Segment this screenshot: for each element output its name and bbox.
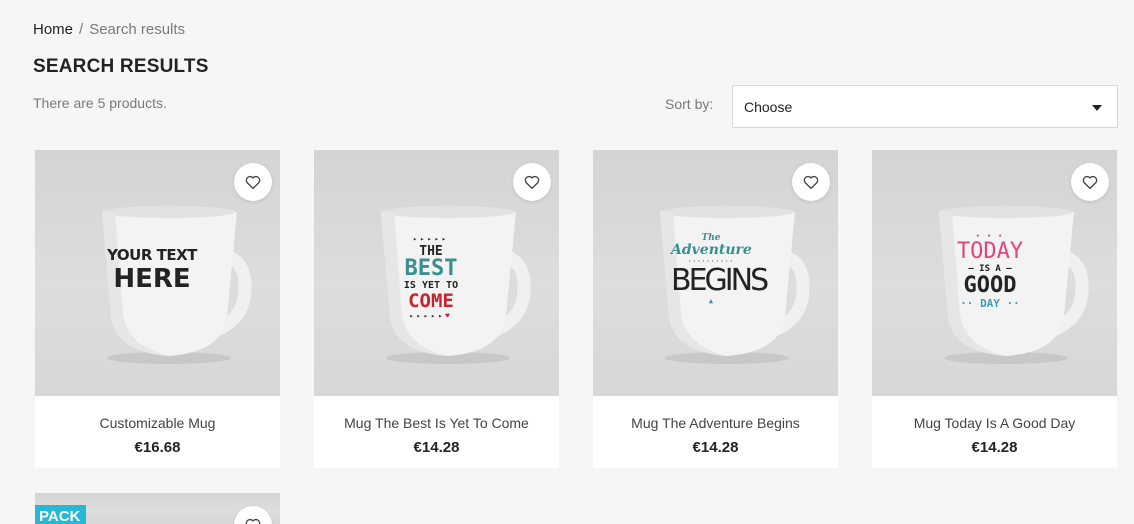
mug-line: BEGINS: [671, 263, 769, 298]
mug-line: HERE: [113, 264, 191, 294]
mug-line: COME: [408, 290, 454, 312]
breadcrumb-separator: /: [79, 21, 84, 38]
product-card-pack[interactable]: PACK: [35, 493, 280, 524]
product-name[interactable]: Mug The Adventure Begins: [593, 415, 838, 431]
product-card-customizable-mug[interactable]: YOUR TEXT HERE Customizable Mug €16.68: [35, 150, 280, 468]
mug-line: TODAY: [956, 239, 1024, 264]
product-name[interactable]: Customizable Mug: [35, 415, 280, 431]
wishlist-button[interactable]: [1071, 163, 1109, 201]
product-card-best-is-yet-to-come[interactable]: ▸▸▸▸▸ THE BEST IS YET TO COME ▸▸▸▸▸♥ Mug…: [314, 150, 559, 468]
product-name[interactable]: Mug Today Is A Good Day: [872, 415, 1117, 431]
sort-label: Sort by:: [665, 96, 714, 112]
mug-print: • • • TODAY — IS A — GOOD ·· DAY ··: [952, 234, 1028, 310]
product-price: €14.28: [692, 439, 739, 456]
breadcrumb: Home / Search results: [33, 21, 185, 38]
product-thumbnail[interactable]: YOUR TEXT HERE: [35, 150, 280, 396]
breadcrumb-current: Search results: [89, 21, 186, 38]
mug-line: DAY: [980, 297, 1000, 310]
heart-outline-icon: [1082, 175, 1098, 190]
mug-line: GOOD: [963, 273, 1017, 298]
mug-print: YOUR TEXT HERE: [97, 246, 207, 294]
breadcrumb-home-link[interactable]: Home: [33, 21, 73, 38]
product-thumbnail[interactable]: PACK: [35, 493, 280, 524]
mug-print: ▸▸▸▸▸ THE BEST IS YET TO COME ▸▸▸▸▸♥: [396, 236, 466, 320]
product-price: €14.28: [413, 439, 460, 456]
mug-print: The Adventure ·········· BEGINS ▲: [671, 233, 769, 305]
mug-line: YOUR TEXT: [107, 246, 197, 264]
product-thumbnail[interactable]: • • • TODAY — IS A — GOOD ·· DAY ··: [872, 150, 1117, 396]
product-thumbnail[interactable]: ▸▸▸▸▸ THE BEST IS YET TO COME ▸▸▸▸▸♥: [314, 150, 559, 396]
sort-selected-value: Choose: [744, 99, 793, 115]
heart-outline-icon: [524, 175, 540, 190]
wishlist-button[interactable]: [792, 163, 830, 201]
heart-outline-icon: [245, 518, 261, 524]
wishlist-button[interactable]: [234, 506, 272, 524]
heart-outline-icon: [245, 175, 261, 190]
product-card-today-good-day[interactable]: • • • TODAY — IS A — GOOD ·· DAY ·· Mug …: [872, 150, 1117, 468]
heart-outline-icon: [803, 175, 819, 190]
wishlist-button[interactable]: [234, 163, 272, 201]
product-price: €14.28: [971, 439, 1018, 456]
product-price: €16.68: [134, 439, 181, 456]
mug-line: BEST: [404, 256, 458, 281]
page-title: SEARCH RESULTS: [33, 56, 209, 77]
product-thumbnail[interactable]: The Adventure ·········· BEGINS ▲: [593, 150, 838, 396]
sort-select[interactable]: Choose: [732, 85, 1118, 128]
pack-badge: PACK: [35, 505, 87, 524]
product-card-adventure-begins[interactable]: The Adventure ·········· BEGINS ▲ Mug Th…: [593, 150, 838, 468]
caret-down-icon: [1092, 105, 1102, 111]
product-count: There are 5 products.: [33, 95, 167, 111]
mug-line: Adventure: [671, 242, 752, 258]
wishlist-button[interactable]: [513, 163, 551, 201]
product-name[interactable]: Mug The Best Is Yet To Come: [314, 415, 559, 431]
